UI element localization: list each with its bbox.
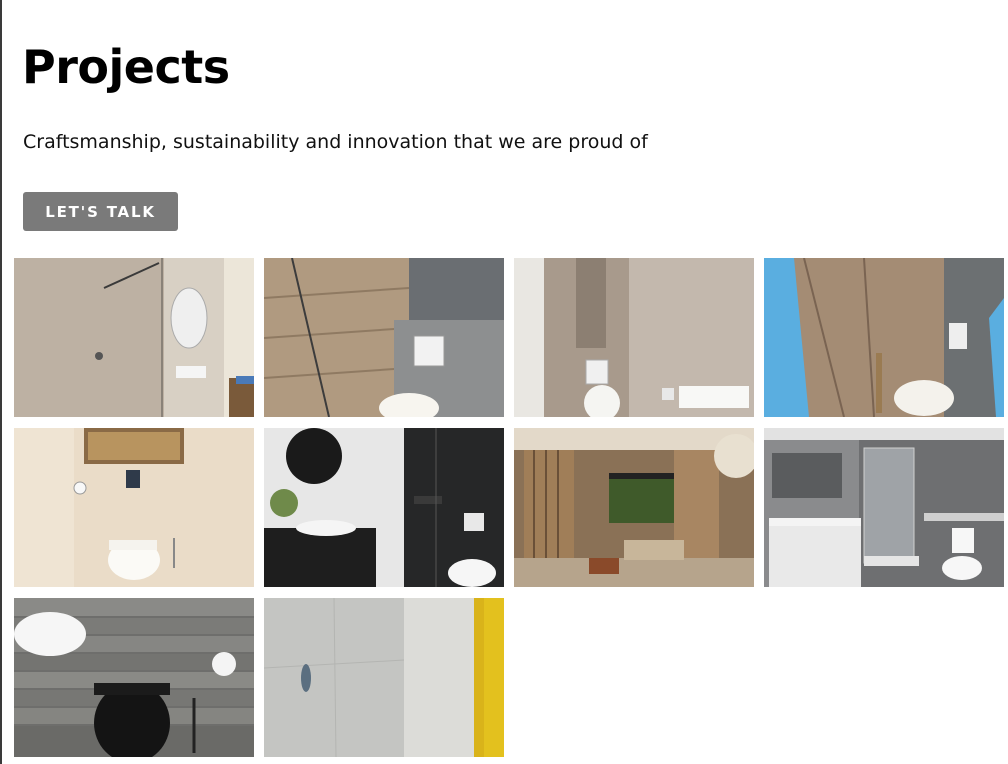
project-photo-living-room-image <box>514 428 754 587</box>
project-photo-living-room[interactable] <box>514 428 754 587</box>
project-photo-wood-tile-wc-image <box>264 258 504 417</box>
project-photo-slate-wc[interactable] <box>14 598 254 757</box>
project-photo-marble-wall-image <box>264 598 504 757</box>
project-photo-marble-wall[interactable] <box>264 598 504 757</box>
project-photo-blue-door-wc-image <box>764 258 1004 417</box>
project-photo-black-bathroom[interactable] <box>264 428 504 587</box>
project-photo-stone-niche-wc[interactable] <box>514 258 754 417</box>
project-photo-shower-glass[interactable] <box>14 258 254 417</box>
project-photo-beige-wc-shelf[interactable] <box>14 428 254 587</box>
project-photo-wood-tile-wc[interactable] <box>264 258 504 417</box>
lets-talk-button[interactable]: LET'S TALK <box>23 192 178 231</box>
project-photo-black-bathroom-image <box>264 428 504 587</box>
project-photo-grey-bathroom[interactable] <box>764 428 1004 587</box>
project-photo-grey-bathroom-image <box>764 428 1004 587</box>
project-photo-stone-niche-wc-image <box>514 258 754 417</box>
page: Projects Craftsmanship, sustainability a… <box>0 0 1008 764</box>
project-photo-slate-wc-image <box>14 598 254 757</box>
page-title: Projects <box>22 40 230 94</box>
project-photo-beige-wc-shelf-image <box>14 428 254 587</box>
page-subtitle: Craftsmanship, sustainability and innova… <box>23 131 648 153</box>
project-photo-shower-glass-image <box>14 258 254 417</box>
project-gallery <box>12 258 1004 758</box>
project-photo-blue-door-wc[interactable] <box>764 258 1004 417</box>
